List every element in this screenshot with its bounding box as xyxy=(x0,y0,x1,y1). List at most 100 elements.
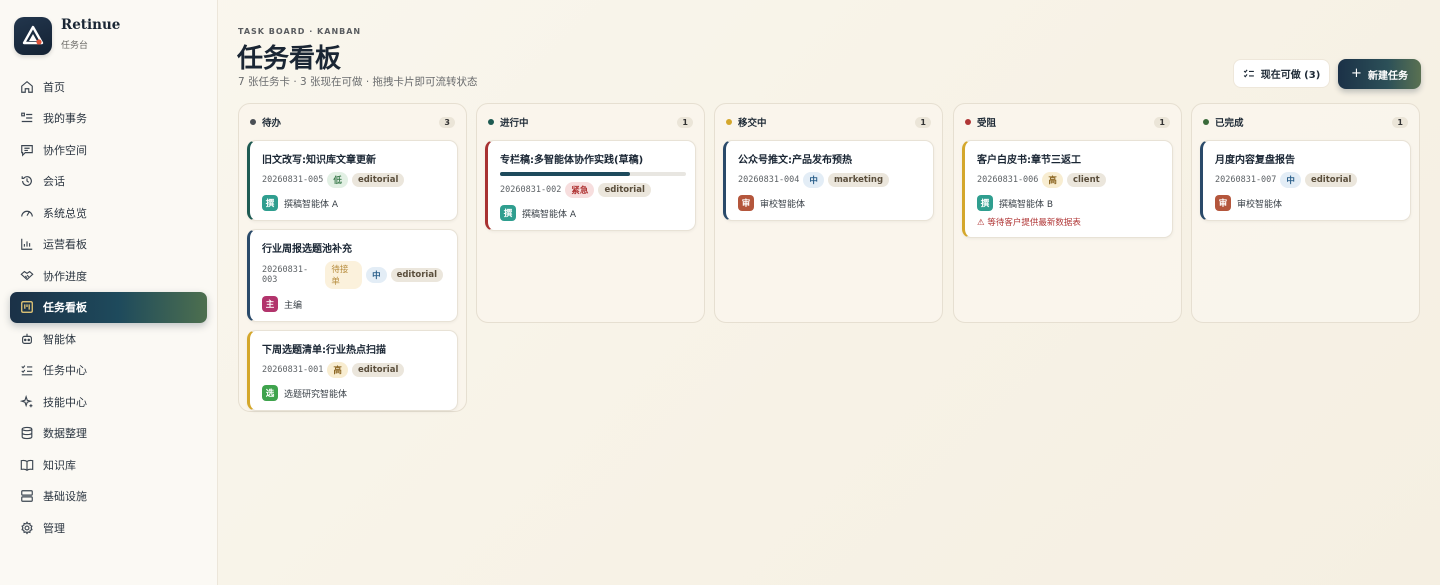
column-count-badge: 3 xyxy=(439,116,455,128)
priority-badge: 高 xyxy=(327,362,348,378)
sidebar-item-label: 运营看板 xyxy=(43,238,87,252)
task-card[interactable]: 月度内容复盘报告 20260831-007 中 editorial 审 审校智能… xyxy=(1200,140,1411,221)
sidebar-item-label: 会话 xyxy=(43,175,65,189)
task-card[interactable]: 行业周报选题池补充 20260831-003 待接单 中 editorial 主… xyxy=(247,229,458,322)
sidebar-item-knowledge[interactable]: 知识库 xyxy=(10,449,207,481)
priority-badge: 低 xyxy=(327,172,348,188)
available-now-label: 现在可做 (3) xyxy=(1260,70,1321,81)
progress-fill xyxy=(500,172,631,176)
task-code: 20260831-002 xyxy=(500,185,562,195)
sidebar-item-ops-board[interactable]: 运营看板 xyxy=(10,229,207,261)
avatar: 审 xyxy=(738,195,754,211)
sidebar-item-admin[interactable]: 管理 xyxy=(10,512,207,544)
sidebar-item-collab-space[interactable]: 协作空间 xyxy=(10,134,207,166)
task-card[interactable]: 专栏稿:多智能体协作实践(草稿) 20260831-002 紧急 editori… xyxy=(485,140,696,231)
handshake-icon xyxy=(19,268,35,284)
domain-tag: client xyxy=(1066,173,1106,187)
sidebar-item-home[interactable]: 首页 xyxy=(10,71,207,103)
avatar: 撰 xyxy=(262,195,278,211)
task-card[interactable]: 客户白皮书:章节三返工 20260831-006 高 client 撰 撰稿智能… xyxy=(962,140,1173,238)
task-code: 20260831-006 xyxy=(977,175,1039,185)
brand[interactable]: Retinue 任务台 xyxy=(14,17,120,55)
priority-badge: 高 xyxy=(1042,172,1063,188)
database-icon xyxy=(19,425,35,441)
page-eyebrow: TASK BOARD · KANBAN xyxy=(238,27,362,36)
column-done: 已完成 1 月度内容复盘报告 20260831-007 中 editorial … xyxy=(1191,103,1420,323)
domain-tag: editorial xyxy=(351,173,405,187)
owner-name: 审校智能体 xyxy=(760,199,806,210)
sidebar-item-agents[interactable]: 智能体 xyxy=(10,323,207,355)
column-handoff: 移交中 1 公众号推文:产品发布预热 20260831-004 中 market… xyxy=(714,103,943,323)
sidebar-item-label: 我的事务 xyxy=(43,112,87,126)
status-dot xyxy=(965,119,971,125)
task-code: 20260831-007 xyxy=(1215,175,1277,185)
column-header: 进行中 1 xyxy=(477,104,704,140)
page-title: 任务看板 xyxy=(237,44,342,74)
sidebar-item-label: 任务看板 xyxy=(43,301,87,315)
new-task-button[interactable]: + 新建任务 xyxy=(1338,59,1421,89)
sidebar-item-collab-progress[interactable]: 协作进度 xyxy=(10,260,207,292)
task-code: 20260831-003 xyxy=(262,265,309,285)
task-card[interactable]: 公众号推文:产品发布预热 20260831-004 中 marketing 审 … xyxy=(723,140,934,221)
task-title: 公众号推文:产品发布预热 xyxy=(738,155,852,166)
task-title: 客户白皮书:章节三返工 xyxy=(977,155,1081,166)
sidebar-item-infra[interactable]: 基础设施 xyxy=(10,481,207,513)
status-dot xyxy=(1203,119,1209,125)
status-dot xyxy=(726,119,732,125)
column-blocked: 受阻 1 客户白皮书:章节三返工 20260831-006 高 client 撰… xyxy=(953,103,1182,323)
list-icon xyxy=(19,110,35,126)
checklist-icon xyxy=(1243,68,1255,80)
avatar: 主 xyxy=(262,296,278,312)
sidebar-nav: 首页 我的事务 协作空间 会话 系统总览 运营看板 协作进度 任务看板 智能体 … xyxy=(10,71,207,544)
domain-tag: editorial xyxy=(351,363,405,377)
sparkles-icon xyxy=(19,394,35,410)
column-count-badge: 1 xyxy=(915,116,931,128)
page-subtitle: 7 张任务卡 · 3 张现在可做 · 拖拽卡片即可流转状态 xyxy=(238,76,478,88)
progress-bar xyxy=(500,172,686,176)
task-code: 20260831-004 xyxy=(738,175,800,185)
avatar: 选 xyxy=(262,385,278,401)
book-icon xyxy=(19,457,35,473)
sidebar-item-label: 协作空间 xyxy=(43,143,87,157)
owner-name: 主编 xyxy=(284,300,303,311)
sidebar-item-task-board[interactable]: 任务看板 xyxy=(10,291,207,323)
task-title: 行业周报选题池补充 xyxy=(262,244,352,255)
status-badge: 待接单 xyxy=(325,261,363,289)
priority-badge: 中 xyxy=(1280,172,1301,188)
task-card[interactable]: 下周选题清单:行业热点扫描 20260831-001 高 editorial 选… xyxy=(247,330,458,411)
sidebar-item-label: 知识库 xyxy=(43,458,76,472)
task-title: 旧文改写:知识库文章更新 xyxy=(262,155,376,166)
task-title: 专栏稿:多智能体协作实践(草稿) xyxy=(500,155,644,166)
sidebar-item-task-center[interactable]: 任务中心 xyxy=(10,355,207,387)
status-dot xyxy=(488,119,494,125)
column-count-badge: 1 xyxy=(677,116,693,128)
available-now-button[interactable]: 现在可做 (3) xyxy=(1233,59,1330,88)
owner-name: 撰稿智能体 A xyxy=(522,209,577,220)
sidebar-item-overview[interactable]: 系统总览 xyxy=(10,197,207,229)
sidebar-item-my-affairs[interactable]: 我的事务 xyxy=(10,103,207,135)
column-header: 受阻 1 xyxy=(954,104,1181,140)
column-title: 受阻 xyxy=(977,118,997,129)
chat-icon xyxy=(19,142,35,158)
sidebar-item-data[interactable]: 数据整理 xyxy=(10,418,207,450)
sidebar-item-label: 数据整理 xyxy=(43,427,87,441)
task-title: 月度内容复盘报告 xyxy=(1215,155,1295,166)
domain-tag: marketing xyxy=(827,173,890,187)
column-title: 进行中 xyxy=(500,118,529,129)
domain-tag: editorial xyxy=(598,183,651,197)
owner-name: 撰稿智能体 B xyxy=(999,199,1054,210)
domain-tag: editorial xyxy=(390,268,443,282)
sidebar-item-label: 协作进度 xyxy=(43,269,87,283)
sidebar: Retinue 任务台 首页 我的事务 协作空间 会话 系统总览 运营看板 协作… xyxy=(0,0,218,585)
sidebar-item-skills[interactable]: 技能中心 xyxy=(10,386,207,418)
sidebar-item-sessions[interactable]: 会话 xyxy=(10,166,207,198)
column-title: 已完成 xyxy=(1215,118,1244,129)
column-title: 待办 xyxy=(262,118,282,129)
server-icon xyxy=(19,488,35,504)
column-header: 移交中 1 xyxy=(715,104,942,140)
new-task-label: 新建任务 xyxy=(1367,70,1408,82)
bot-icon xyxy=(19,331,35,347)
task-card[interactable]: 旧文改写:知识库文章更新 20260831-005 低 editorial 撰 … xyxy=(247,140,458,221)
sidebar-item-label: 基础设施 xyxy=(43,490,87,504)
avatar: 撰 xyxy=(500,205,516,221)
